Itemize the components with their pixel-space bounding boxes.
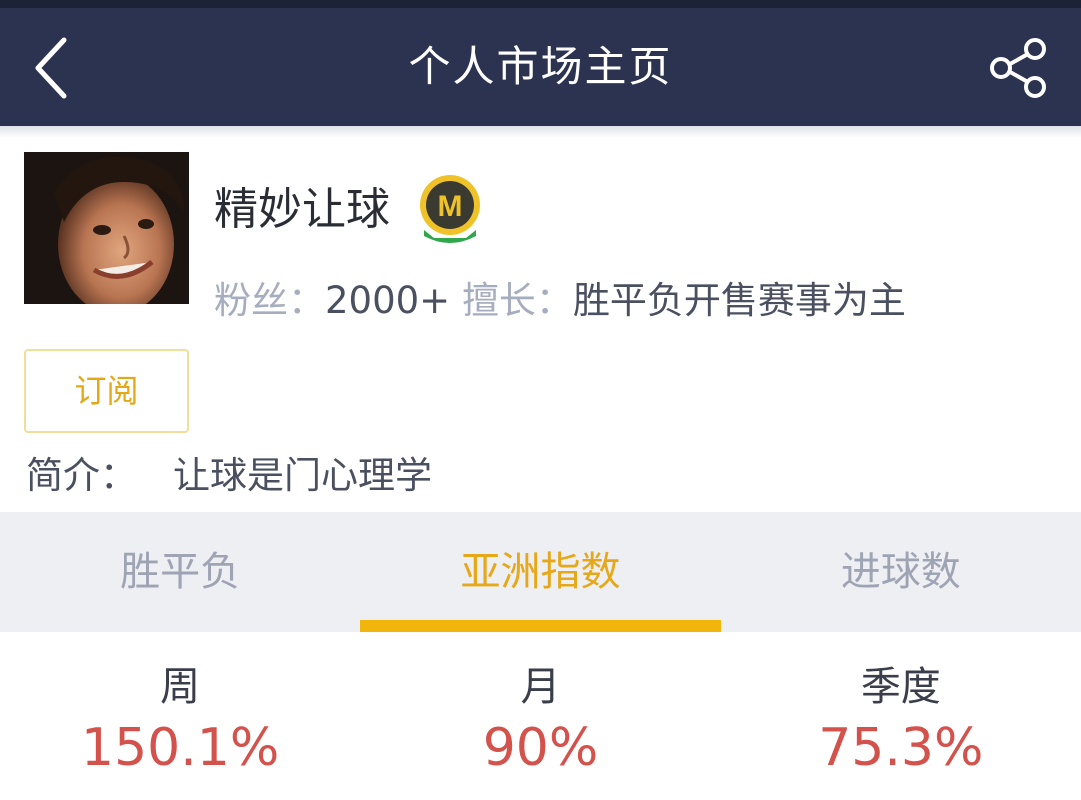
navbar-shadow [0,126,1081,138]
share-button[interactable] [982,36,1056,100]
back-button[interactable] [22,30,82,106]
avatar[interactable] [24,152,189,304]
subscribe-button[interactable]: 订阅 [24,349,189,433]
tab-asian-index[interactable]: 亚洲指数 [360,512,721,632]
navbar: 个人市场主页 [0,8,1081,126]
return-period: 周 [160,664,201,710]
intro-label: 简介： [26,454,137,497]
returns-panel: 周 150.1% 月 90% 季度 75.3% [0,632,1081,800]
return-value: 150.1% [81,718,280,778]
status-bar [0,0,1081,8]
return-period: 月 [520,664,561,710]
stats-line: 粉丝：2000+ 擅长：胜平负开售赛事为主 [214,274,906,328]
fans-value: 2000+ [325,279,451,322]
tab-bar: 胜平负 亚洲指数 进球数 [0,512,1081,632]
user-name: 精妙让球 [214,184,390,235]
tab-win-draw-lose[interactable]: 胜平负 [0,512,360,632]
avatar-image [24,152,189,304]
return-quarter: 季度 75.3% [721,632,1081,800]
return-value: 75.3% [818,718,984,778]
return-period: 季度 [860,664,941,710]
return-month: 月 90% [360,632,720,800]
intro-value: 让球是门心理学 [173,454,432,497]
member-badge-icon: M [414,172,486,248]
specialty-value: 胜平负开售赛事为主 [572,279,906,322]
share-icon [990,38,1046,98]
badge-letter: M [438,190,463,223]
intro-line: 简介： 让球是门心理学 [26,446,432,506]
page-title: 个人市场主页 [408,42,673,91]
return-week: 周 150.1% [0,632,360,800]
specialty-label: 擅长： [461,279,573,322]
return-value: 90% [482,718,599,778]
tab-goals[interactable]: 进球数 [721,512,1081,632]
fans-label: 粉丝： [214,279,325,322]
chevron-left-icon [35,37,67,99]
